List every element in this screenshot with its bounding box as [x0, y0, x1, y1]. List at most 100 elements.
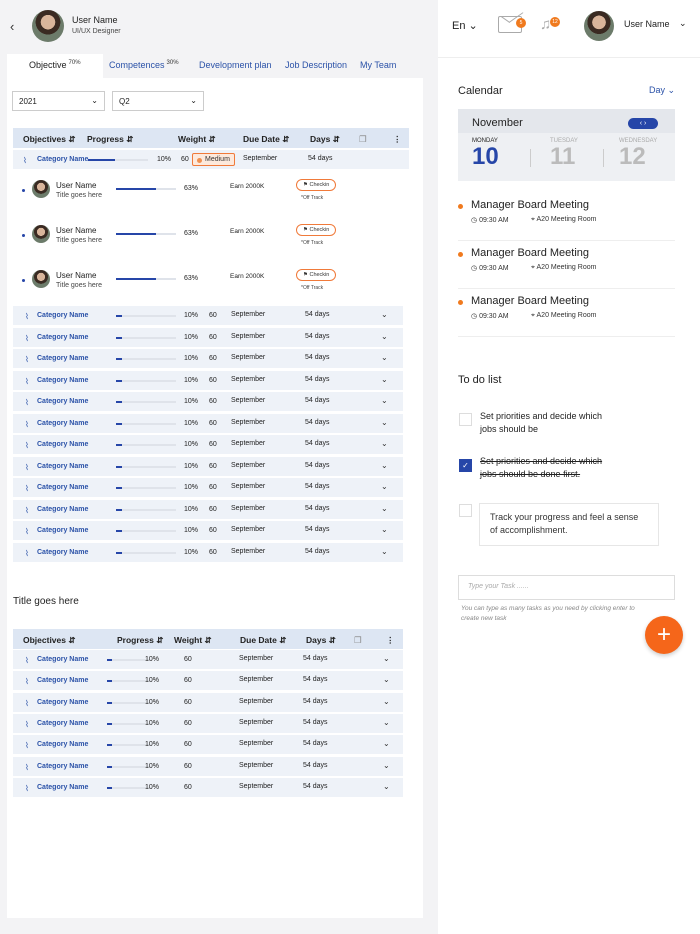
category-name[interactable]: Category Name	[37, 741, 88, 748]
chevron-down-icon[interactable]: ⌄	[381, 504, 388, 513]
chevron-down-icon[interactable]: ⌄	[381, 353, 388, 362]
col-objectives[interactable]: Objectives ⇵	[23, 635, 75, 646]
add-task-button[interactable]: +	[645, 616, 683, 654]
category-name[interactable]: Category Name	[37, 484, 88, 491]
col-days[interactable]: Days ⇵	[306, 635, 336, 646]
quarter-select[interactable]: Q2 ⌄	[112, 91, 204, 111]
category-name[interactable]: Category Name	[37, 420, 88, 427]
col-objectives[interactable]: Objectives ⇵	[23, 134, 75, 145]
user-row[interactable]: User Name Title goes here 63% Earn 2000K ⚑ C…	[13, 216, 409, 260]
table-row[interactable]: ⌇ Category Name 10% 60 September 54 days ⌄	[13, 327, 403, 348]
checkin-button[interactable]: ⚑ Checkin	[296, 179, 337, 191]
table-row[interactable]: ⌇ Category Name 10% 60 September 54 days ⌄	[13, 306, 403, 326]
checkin-button[interactable]: ⚑ Checkin	[296, 224, 337, 236]
user-name[interactable]: User Name	[624, 19, 670, 29]
tab-my-team[interactable]: My Team	[360, 60, 396, 70]
category-name[interactable]: Category Name	[37, 784, 88, 791]
category-name[interactable]: Category Name	[37, 312, 88, 319]
category-name[interactable]: Category Name	[37, 355, 88, 362]
table-row[interactable]: ⌇ Category Name 10% 60 September 54 days ⌄	[13, 713, 403, 734]
table-row[interactable]: ⌇ Category Name 10% 60 September 54 days ⌄	[13, 756, 403, 777]
table-row[interactable]: ⌇ Category Name 10% 60 September 54 days ⌄	[13, 478, 403, 498]
tab-job-description[interactable]: Job Description	[285, 60, 347, 70]
chevron-down-icon[interactable]: ⌄	[381, 310, 388, 319]
chevron-down-icon[interactable]: ⌄	[381, 482, 388, 491]
category-name[interactable]: Category Name	[37, 463, 88, 470]
language-select[interactable]: En ⌄	[452, 19, 478, 32]
table-row[interactable]: ⌇ Category Name 10% 60 September 54 days ⌄	[13, 521, 403, 541]
meeting-item[interactable]: Manager Board Meeting ◷ 09:30 AM ⌖ A20 Mee…	[458, 197, 675, 241]
user-row[interactable]: User Name Title goes here 63% Earn 2000K ⚑ C…	[13, 171, 409, 215]
day-tuesday[interactable]: TUESDAY 11	[550, 138, 610, 170]
day-wednesday[interactable]: WEDNESDAY 12	[619, 138, 679, 170]
col-days[interactable]: Days ⇵	[310, 134, 340, 145]
col-due-date[interactable]: Due Date ⇵	[240, 635, 286, 646]
category-name[interactable]: Category Name	[37, 506, 88, 513]
category-name[interactable]: Category Name	[37, 677, 88, 684]
table-row[interactable]: ⌇ Category Name 10% 60 September 54 days ⌄	[13, 499, 403, 520]
chevron-down-icon[interactable]: ⌄	[381, 461, 388, 470]
table-row[interactable]: ⌇ Category Name 10% 60 September 54 days ⌄	[13, 692, 403, 713]
table-row[interactable]: ⌇ Category Name 10% 60 September 54 days ⌄	[13, 650, 403, 670]
chevron-down-icon[interactable]: ⌄	[383, 654, 390, 663]
table-row[interactable]: ⌇ Category Name 10% 60 September 54 days ⌄	[13, 542, 403, 563]
tab-objective[interactable]: Objective 70%	[7, 54, 103, 78]
table-row[interactable]: ⌇ Category Name 10% 60 September 54 days ⌄	[13, 456, 403, 477]
tab-competences[interactable]: Competences 30%	[109, 60, 179, 70]
chevron-down-icon[interactable]: ⌄	[381, 439, 388, 448]
user-row[interactable]: User Name Title goes here 63% Earn 2000K ⚑ C…	[13, 261, 409, 305]
task-input[interactable]: Type your Task ......	[458, 575, 675, 600]
todo-item-editor[interactable]: Track your progress and feel a sense of …	[479, 503, 659, 546]
more-options-icon[interactable]: ⋮	[393, 134, 402, 145]
table-row[interactable]: ⌇ Category Name 10% 60 Medium September …	[13, 150, 409, 170]
meeting-item[interactable]: Manager Board Meeting ◷ 09:30 AM ⌖ A20 Mee…	[458, 245, 675, 289]
category-name[interactable]: Category Name	[37, 656, 88, 663]
table-row[interactable]: ⌇ Category Name 10% 60 September 54 days ⌄	[13, 735, 403, 756]
chevron-down-icon[interactable]: ⌄	[383, 718, 390, 727]
category-name[interactable]: Category Name	[37, 549, 88, 556]
col-progress[interactable]: Progress ⇵	[117, 635, 163, 646]
chevron-down-icon[interactable]: ⌄	[381, 396, 388, 405]
col-weight[interactable]: Weight ⇵	[174, 635, 212, 646]
tab-development-plan[interactable]: Development plan	[199, 60, 272, 70]
chevron-down-icon[interactable]: ⌄	[381, 525, 388, 534]
table-row[interactable]: ⌇ Category Name 10% 60 September 54 days ⌄	[13, 671, 403, 692]
table-row[interactable]: ⌇ Category Name 10% 60 September 54 days ⌄	[13, 392, 403, 412]
col-due-date[interactable]: Due Date ⇵	[243, 134, 289, 145]
table-row[interactable]: ⌇ Category Name 10% 60 September 54 days ⌄	[13, 777, 403, 798]
chevron-down-icon[interactable]: ⌄	[383, 782, 390, 791]
category-name[interactable]: Category Name	[37, 156, 88, 163]
meeting-item[interactable]: Manager Board Meeting ◷ 09:30 AM ⌖ A20 Mee…	[458, 293, 675, 337]
chevron-down-icon[interactable]: ⌄	[383, 739, 390, 748]
table-row[interactable]: ⌇ Category Name 10% 60 September 54 days ⌄	[13, 435, 403, 455]
avatar[interactable]	[584, 11, 614, 41]
todo-checkbox[interactable]	[459, 504, 472, 517]
col-weight[interactable]: Weight ⇵	[178, 134, 216, 145]
table-row[interactable]: ⌇ Category Name 10% 60 September 54 days ⌄	[13, 349, 403, 369]
chevron-down-icon[interactable]: ⌄	[381, 547, 388, 556]
calendar-mode-select[interactable]: Day ⌄	[649, 85, 675, 96]
category-name[interactable]: Category Name	[37, 334, 88, 341]
bell-icon[interactable]: ♫	[540, 16, 551, 33]
chevron-down-icon[interactable]: ⌄	[381, 418, 388, 427]
table-row[interactable]: ⌇ Category Name 10% 60 September 54 days ⌄	[13, 370, 403, 391]
more-options-icon[interactable]: ⋮	[386, 635, 395, 646]
back-arrow-icon[interactable]: ‹	[10, 19, 14, 34]
todo-checkbox[interactable]	[459, 413, 472, 426]
checkin-button[interactable]: ⚑ Checkin	[296, 269, 337, 281]
day-monday[interactable]: MONDAY 10	[472, 138, 532, 170]
table-row[interactable]: ⌇ Category Name 10% 60 September 54 days ⌄	[13, 413, 403, 434]
calendar-nav-arrows[interactable]: ‹ ›	[628, 118, 658, 129]
year-select[interactable]: 2021 ⌄	[12, 91, 105, 111]
comment-icon[interactable]: ❐	[354, 635, 362, 646]
chevron-down-icon[interactable]: ⌄	[381, 375, 388, 384]
chevron-down-icon[interactable]: ⌄	[383, 697, 390, 706]
category-name[interactable]: Category Name	[37, 699, 88, 706]
category-name[interactable]: Category Name	[37, 763, 88, 770]
category-name[interactable]: Category Name	[37, 527, 88, 534]
chevron-down-icon[interactable]: ⌄	[383, 761, 390, 770]
todo-checkbox-checked[interactable]: ✓	[459, 459, 472, 472]
chevron-down-icon[interactable]: ⌄	[383, 675, 390, 684]
chevron-down-icon[interactable]: ⌄	[381, 332, 388, 341]
category-name[interactable]: Category Name	[37, 441, 88, 448]
